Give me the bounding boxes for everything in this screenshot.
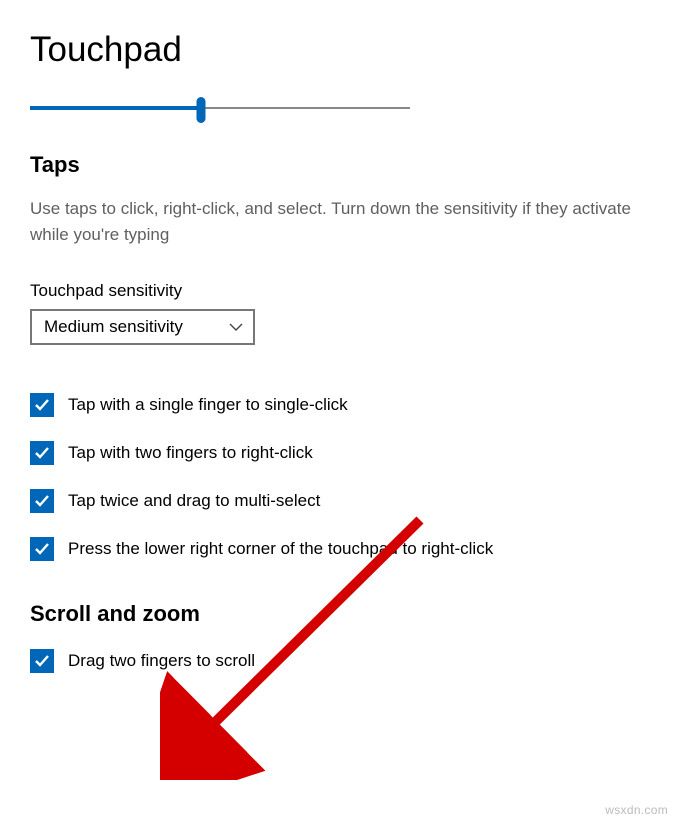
option-label: Drag two fingers to scroll [68, 651, 255, 671]
tap-single-click-option[interactable]: Tap with a single finger to single-click [30, 393, 650, 417]
slider-thumb[interactable] [197, 97, 206, 123]
sensitivity-value: Medium sensitivity [44, 317, 183, 337]
scroll-zoom-heading: Scroll and zoom [30, 601, 650, 627]
option-label: Tap with two fingers to right-click [68, 443, 313, 463]
checkbox-checked-icon[interactable] [30, 649, 54, 673]
sensitivity-label: Touchpad sensitivity [30, 281, 650, 301]
option-label: Press the lower right corner of the touc… [68, 539, 493, 559]
option-label: Tap twice and drag to multi-select [68, 491, 320, 511]
tap-two-fingers-right-click-option[interactable]: Tap with two fingers to right-click [30, 441, 650, 465]
taps-heading: Taps [30, 152, 650, 178]
option-label: Tap with a single finger to single-click [68, 395, 348, 415]
touchpad-speed-slider[interactable] [30, 94, 410, 124]
chevron-down-icon [229, 323, 243, 332]
press-lower-right-corner-option[interactable]: Press the lower right corner of the touc… [30, 537, 650, 561]
checkbox-checked-icon[interactable] [30, 393, 54, 417]
page-title: Touchpad [30, 30, 650, 70]
watermark: wsxdn.com [605, 803, 668, 817]
tap-twice-drag-option[interactable]: Tap twice and drag to multi-select [30, 489, 650, 513]
checkbox-checked-icon[interactable] [30, 441, 54, 465]
slider-fill [30, 106, 201, 110]
taps-description: Use taps to click, right-click, and sele… [30, 196, 640, 247]
checkbox-checked-icon[interactable] [30, 489, 54, 513]
sensitivity-select[interactable]: Medium sensitivity [30, 309, 255, 345]
drag-two-fingers-scroll-option[interactable]: Drag two fingers to scroll [30, 649, 650, 673]
checkbox-checked-icon[interactable] [30, 537, 54, 561]
